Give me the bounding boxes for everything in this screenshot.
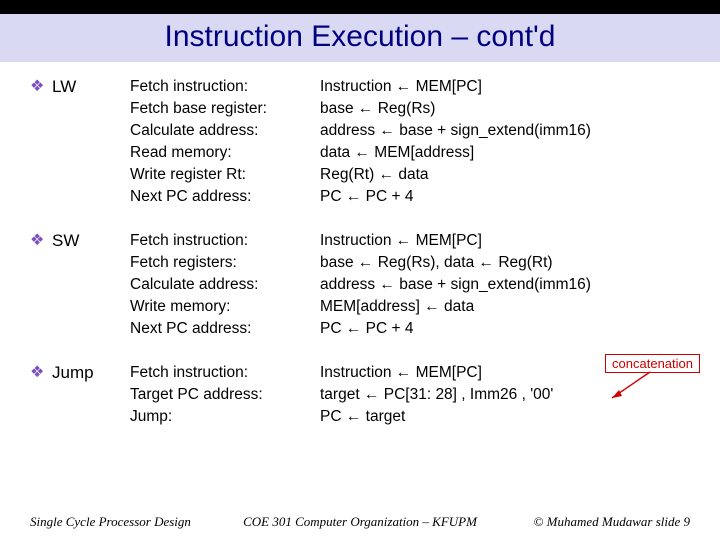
instr-label: LW (52, 76, 130, 208)
step: Write register Rt: (130, 164, 320, 186)
step: Fetch registers: (130, 252, 320, 274)
steps-col: Fetch instruction: Fetch registers: Calc… (130, 230, 320, 340)
section-sw: ❖ SW Fetch instruction: Fetch registers:… (30, 230, 690, 340)
rtl: Reg(Rt) ← data (320, 164, 690, 186)
slide-footer: Single Cycle Processor Design COE 301 Co… (0, 514, 720, 530)
step: Calculate address: (130, 120, 320, 142)
steps-col: Fetch instruction: Fetch base register: … (130, 76, 320, 208)
step: Fetch instruction: (130, 230, 320, 252)
step: Next PC address: (130, 318, 320, 340)
slide-title: Instruction Execution – cont'd (40, 20, 680, 54)
rtl: target ← PC[31: 28] , Imm26 , '00' (320, 384, 690, 406)
section-jump: ❖ Jump Fetch instruction: Target PC addr… (30, 362, 690, 428)
callout-concatenation: concatenation (605, 354, 700, 373)
section-lw: ❖ LW Fetch instruction: Fetch base regis… (30, 76, 690, 208)
rtl: address ← base + sign_extend(imm16) (320, 120, 690, 142)
bullet-icon: ❖ (30, 230, 52, 340)
bullet-icon: ❖ (30, 362, 52, 428)
rtl: PC ← target (320, 406, 690, 428)
rtl: Instruction ← MEM[PC] (320, 76, 690, 98)
top-border (0, 0, 720, 14)
slide-content: ❖ LW Fetch instruction: Fetch base regis… (0, 62, 720, 428)
steps-col: Fetch instruction: Target PC address: Ju… (130, 362, 320, 428)
rtl: base ← Reg(Rs), data ← Reg(Rt) (320, 252, 690, 274)
instr-label: Jump (52, 362, 130, 428)
rtl: data ← MEM[address] (320, 142, 690, 164)
step: Next PC address: (130, 186, 320, 208)
step: Target PC address: (130, 384, 320, 406)
footer-right: © Muhamed Mudawar slide 9 (496, 514, 690, 530)
rtl-col: Instruction ← MEM[PC] target ← PC[31: 28… (320, 362, 690, 428)
step: Calculate address: (130, 274, 320, 296)
step: Fetch instruction: (130, 362, 320, 384)
step: Fetch instruction: (130, 76, 320, 98)
step: Fetch base register: (130, 98, 320, 120)
step: Write memory: (130, 296, 320, 318)
step: Read memory: (130, 142, 320, 164)
footer-center: COE 301 Computer Organization – KFUPM (224, 514, 496, 530)
bullet-icon: ❖ (30, 76, 52, 208)
title-bar: Instruction Execution – cont'd (0, 14, 720, 62)
rtl: MEM[address] ← data (320, 296, 690, 318)
rtl-col: Instruction ← MEM[PC] base ← Reg(Rs), da… (320, 230, 690, 340)
footer-left: Single Cycle Processor Design (30, 514, 224, 530)
rtl: PC ← PC + 4 (320, 318, 690, 340)
rtl: base ← Reg(Rs) (320, 98, 690, 120)
instr-label: SW (52, 230, 130, 340)
rtl-col: Instruction ← MEM[PC] base ← Reg(Rs) add… (320, 76, 690, 208)
rtl: Instruction ← MEM[PC] (320, 230, 690, 252)
rtl: address ← base + sign_extend(imm16) (320, 274, 690, 296)
step: Jump: (130, 406, 320, 428)
rtl: PC ← PC + 4 (320, 186, 690, 208)
